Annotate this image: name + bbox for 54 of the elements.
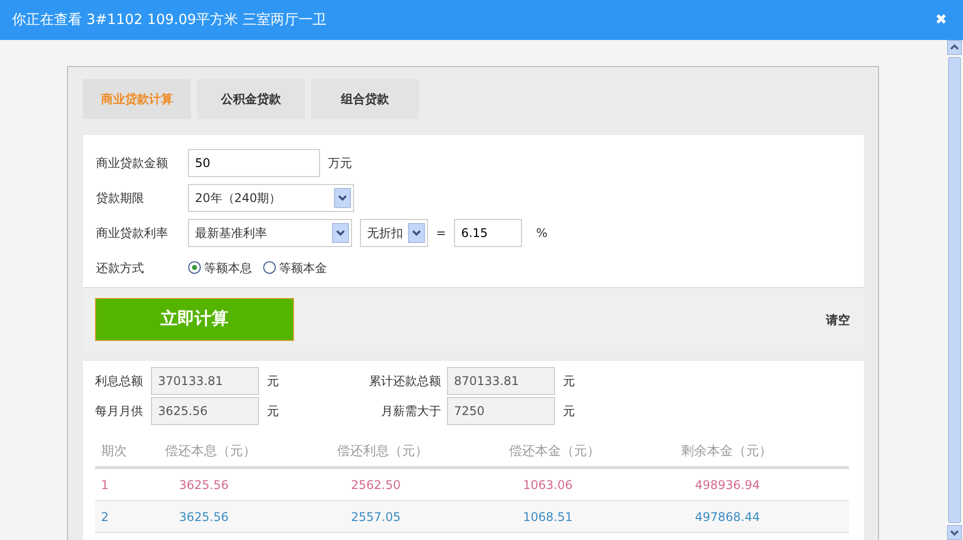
caret-icon: [408, 222, 425, 242]
tab[interactable]: 组合贷款: [311, 79, 419, 119]
field-label: 累计还款总额: [368, 373, 442, 390]
unit-label: 元: [266, 403, 280, 420]
unit-label: 万元: [328, 154, 352, 172]
field-label: 利息总额: [95, 373, 144, 390]
table-cell-text: 3625.56: [178, 476, 230, 494]
discount-select[interactable]: 无折扣: [360, 218, 428, 246]
column-header: 偿还本息（元）: [164, 442, 257, 461]
result-field: 7250: [447, 397, 555, 425]
term-select[interactable]: 20年（240期）: [188, 184, 354, 212]
table-cell-text: 1068.51: [522, 508, 574, 526]
table-cell-text: 2557.05: [350, 508, 402, 526]
result-field: 3625.56: [151, 397, 259, 425]
column-header: 偿还本金（元）: [508, 442, 601, 461]
table-cell-text: 3625.56: [178, 508, 230, 526]
table-cell-text: 1063.06: [522, 476, 574, 494]
radio-option[interactable]: 等额本息: [188, 258, 252, 276]
column-header: 期次: [100, 442, 128, 461]
rate-field[interactable]: 6.15: [454, 218, 522, 246]
tab[interactable]: 公积金贷款: [197, 79, 305, 119]
result-field: 370133.81: [151, 367, 259, 395]
loan-amount-field[interactable]: 50: [188, 148, 320, 176]
unit-label: 元: [562, 373, 576, 390]
unit-label: 元: [562, 403, 576, 420]
field-label: 每月月供: [95, 403, 144, 420]
field-label: 商业贷款金额: [96, 154, 169, 172]
table-cell-text: 498936.94: [694, 476, 761, 494]
caret-icon: [334, 188, 351, 208]
unit-label: %: [536, 224, 548, 242]
radio-option[interactable]: 等额本金: [263, 258, 327, 276]
table-cell-text: 2: [100, 508, 110, 526]
field-label: 商业贷款利率: [96, 224, 169, 242]
column-header: 偿还利息（元）: [336, 442, 429, 461]
radio-icon: [263, 261, 276, 274]
field-label: 月薪需大于: [380, 403, 442, 420]
table-cell-text: 2562.50: [350, 476, 402, 494]
result-field: 870133.81: [447, 367, 555, 395]
unit-label: 元: [266, 373, 280, 390]
window-title: 你正在查看 3#1102 109.09平方米 三室两厅一卫: [12, 10, 327, 30]
equals-sign: =: [436, 224, 446, 242]
clear-button[interactable]: 请空: [826, 310, 850, 328]
rate-select[interactable]: 最新基准利率: [188, 218, 352, 246]
table-cell-text: 1: [100, 476, 110, 494]
field-label: 贷款期限: [96, 190, 145, 206]
column-header: 剩余本金（元）: [680, 442, 773, 461]
scroll-up-icon[interactable]: [947, 40, 962, 55]
radio-icon: [188, 261, 201, 274]
field-label: 还款方式: [96, 260, 145, 276]
table-cell-text: 497868.44: [694, 508, 761, 526]
scroll-thumb[interactable]: [948, 57, 961, 523]
caret-icon: [332, 222, 349, 242]
scrollbar[interactable]: [946, 40, 963, 540]
scroll-down-icon[interactable]: [947, 525, 962, 540]
